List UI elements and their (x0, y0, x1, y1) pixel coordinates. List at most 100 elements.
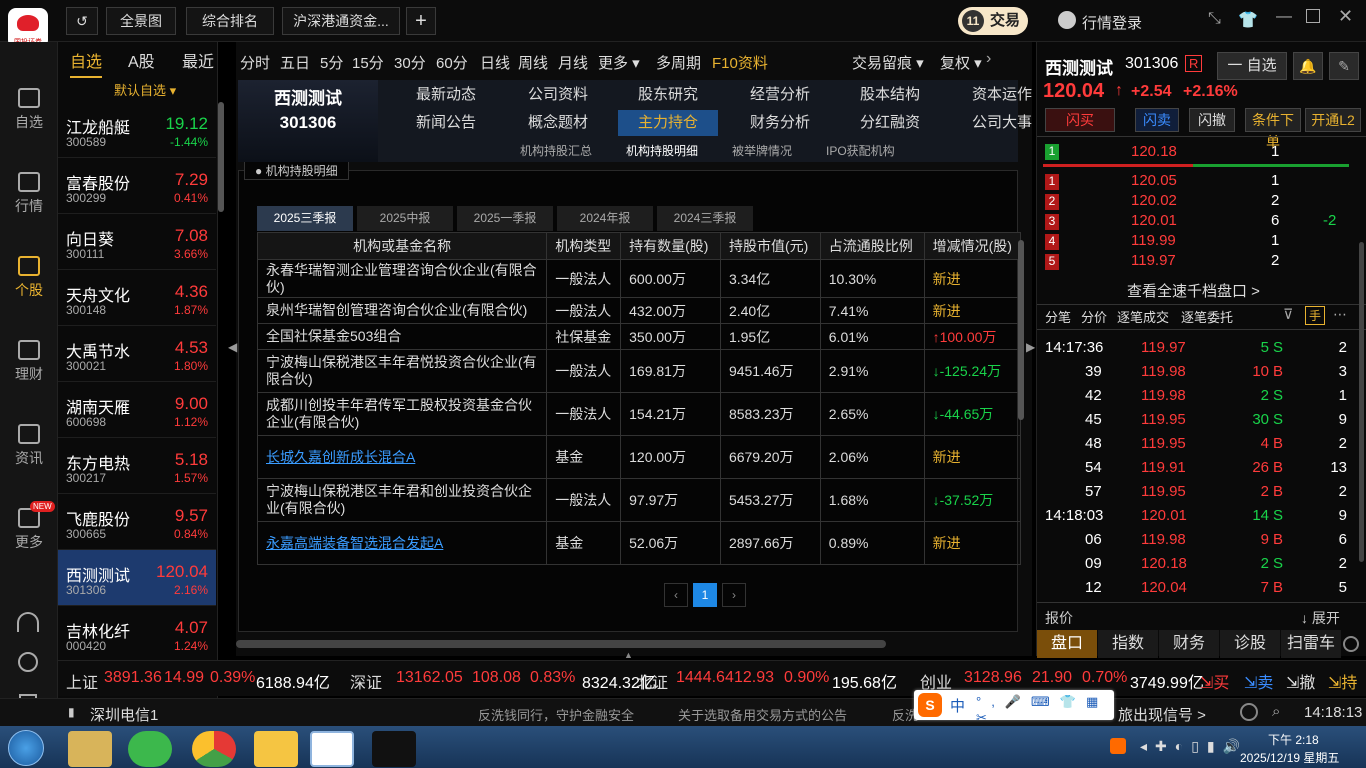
connection-label[interactable]: 深圳电信1 (90, 704, 158, 725)
quick-sell-button[interactable]: ⇲卖 (1244, 669, 1273, 693)
tab-a-share[interactable]: A股 (128, 48, 155, 72)
qq-icon[interactable] (254, 731, 298, 767)
period-5[interactable]: 60分 (436, 52, 468, 73)
speed-icon[interactable] (1240, 703, 1258, 721)
tick-tab[interactable]: 逐笔成交 (1117, 307, 1169, 326)
settings-icon[interactable] (1343, 636, 1359, 652)
period-4[interactable]: 30分 (394, 52, 426, 73)
tray-icons[interactable]: ◂✚◐▯▮🔊 (1140, 738, 1248, 755)
expand-button[interactable]: ↓ 展开 (1301, 608, 1340, 628)
period-1[interactable]: 五日 (280, 52, 310, 73)
table-scrollbar[interactable] (1018, 240, 1024, 420)
column-header[interactable]: 持股市值(元) (719, 232, 821, 260)
user-icon[interactable] (1058, 11, 1076, 29)
watchlist-item[interactable]: 大禹节水 300021 4.53 1.80% (58, 326, 216, 382)
quick-trade-button[interactable]: 闪卖 (1135, 108, 1179, 132)
watchlist-item[interactable]: 江龙船艇 300589 19.12 -1.44% (58, 102, 216, 158)
period-7[interactable]: 周线 (518, 52, 548, 73)
tick-tab[interactable]: 逐笔委托 (1181, 307, 1233, 326)
headset-icon[interactable] (17, 612, 39, 632)
watchlist-item[interactable]: 西测测试 301306 120.04 2.16% (58, 550, 216, 606)
quarter-tab[interactable]: 2025三季报 (257, 206, 353, 231)
collapse-left-icon[interactable]: ◀ (228, 340, 237, 354)
f10-tab[interactable]: 股东研究 (618, 84, 718, 106)
f10-tab[interactable]: 财务分析 (730, 110, 830, 136)
period-10[interactable]: 多周期 (656, 52, 701, 73)
f10-subtab[interactable]: IPO获配机构 (826, 142, 895, 159)
tick-tab[interactable]: 分笔 (1045, 307, 1071, 326)
quick-trade-button[interactable]: 开通L2 (1305, 108, 1361, 132)
f10-subtab[interactable]: 机构持股明细 (626, 142, 698, 159)
nav-finance[interactable]: 理财 (0, 340, 58, 384)
f10-tab[interactable]: 股本结构 (840, 84, 940, 106)
tick-tab[interactable]: 分价 (1081, 307, 1107, 326)
f10-tab[interactable]: 公司资料 (508, 84, 608, 106)
nav-news[interactable]: 资讯 (0, 424, 58, 468)
ime-mode[interactable]: 中 (950, 695, 965, 716)
f10-tab[interactable]: 经营分析 (730, 84, 830, 106)
quote-tab[interactable]: 财务 (1159, 630, 1219, 658)
tab-hk-connect[interactable]: 沪深港通资金... (282, 7, 400, 35)
period-6[interactable]: 日线 (480, 52, 510, 73)
nav-market[interactable]: 行情 (0, 172, 58, 216)
quick-trade-button[interactable]: 闪买 (1045, 108, 1115, 132)
index-name[interactable]: 深证 (350, 669, 382, 693)
period-0[interactable]: 分时 (240, 52, 270, 73)
f10-tab[interactable]: 分红融资 (840, 110, 940, 136)
depth-link[interactable]: 查看全速千档盘口 > (1127, 280, 1260, 301)
period-3[interactable]: 15分 (352, 52, 384, 73)
tab-panorama[interactable]: 全景图 (106, 7, 176, 35)
tiktok-icon[interactable] (372, 731, 416, 767)
quote-tab[interactable]: 盘口 (1037, 630, 1097, 658)
collapse-up-icon[interactable]: ▲ (624, 650, 633, 660)
tab-watchlist[interactable]: 自选 (70, 48, 103, 78)
shrink-icon[interactable]: ⤡ (1208, 10, 1221, 28)
ticker-msg-4[interactable]: 旅出现信号 > (1118, 704, 1206, 725)
institution-name-cell[interactable]: 永嘉高端装备智选混合发起A (256, 521, 548, 565)
column-header[interactable]: 增减情况(股) (923, 232, 1022, 260)
column-header[interactable]: 持有数量(股) (620, 232, 721, 260)
prev-page-button[interactable]: ‹ (664, 583, 688, 607)
page-1-button[interactable]: 1 (693, 583, 717, 607)
next-arrow-icon[interactable]: › (986, 50, 991, 68)
f10-tab[interactable]: 主力持仓 (618, 110, 718, 136)
quarter-tab[interactable]: 2024三季报 (657, 206, 753, 231)
explorer-icon[interactable] (68, 731, 112, 767)
trade-trace-select[interactable]: 交易留痕 ▾ (852, 52, 924, 73)
f10-tab[interactable]: 最新动态 (396, 84, 496, 106)
period-2[interactable]: 5分 (320, 52, 343, 73)
quarter-tab[interactable]: 2024年报 (557, 206, 653, 231)
institution-name-cell[interactable]: 长城久嘉创新成长混合A (256, 435, 548, 479)
group-select[interactable]: 默认自选 ▾ (114, 80, 176, 99)
ticker-msg-1[interactable]: 反洗钱同行，守护金融安全 (478, 705, 634, 724)
filter-icon[interactable]: ⊽ (1283, 306, 1293, 323)
minimize-icon[interactable]: — (1276, 8, 1292, 26)
watchlist-item[interactable]: 吉林化纤 000420 4.07 1.24% (58, 606, 216, 662)
securities-app-icon[interactable] (310, 731, 354, 767)
watchlist-item[interactable]: 飞鹿股份 300665 9.57 0.84% (58, 494, 216, 550)
f10-subtab[interactable]: 机构持股汇总 (520, 142, 592, 159)
chrome-icon[interactable] (192, 731, 236, 767)
more-icon[interactable]: ⋯ (1333, 306, 1347, 323)
hand-toggle[interactable]: 手 (1305, 306, 1326, 325)
quote-tab[interactable]: 扫雷车 (1281, 630, 1341, 658)
ime-toolbar[interactable]: S 中 °,🎤⌨👕▦✂ (914, 690, 1114, 725)
search-icon[interactable]: ⌕ (1272, 703, 1280, 720)
quarter-tab[interactable]: 2025一季报 (457, 206, 553, 231)
add-watch-button[interactable]: 一 自选 (1217, 52, 1287, 80)
ai-browser-icon[interactable] (128, 731, 172, 767)
back-button[interactable]: ↺ (66, 7, 98, 35)
quarter-tab[interactable]: 2025中报 (357, 206, 453, 231)
column-header[interactable]: 机构或基金名称 (256, 232, 548, 260)
period-9[interactable]: 更多 ▾ (598, 52, 640, 73)
f10-subtab[interactable]: 被举牌情况 (732, 142, 792, 159)
quick-cancel-button[interactable]: ⇲撤 (1286, 669, 1315, 693)
ticker-msg-2[interactable]: 关于选取备用交易方式的公告 (678, 705, 847, 724)
tab-ranking[interactable]: 综合排名 (186, 7, 274, 35)
period-11[interactable]: F10资料 (712, 52, 768, 73)
settings-icon[interactable] (18, 652, 38, 672)
period-8[interactable]: 月线 (558, 52, 588, 73)
skin-icon[interactable]: 👕 (1238, 10, 1258, 30)
fund-link[interactable]: 永嘉高端装备智选混合发起A (266, 535, 443, 551)
quick-trade-button[interactable]: 条件下单 (1245, 108, 1301, 150)
